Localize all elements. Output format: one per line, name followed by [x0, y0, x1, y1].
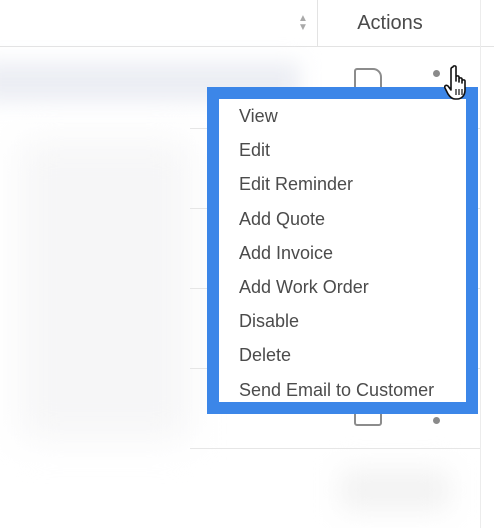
menu-item-edit-reminder[interactable]: Edit Reminder	[219, 167, 466, 201]
hand-pointer-icon	[444, 65, 466, 100]
menu-item-disable[interactable]: Disable	[219, 304, 466, 338]
screenshot-frame: ▲ ▼ Actions View Edit Edit Reminder Add …	[0, 0, 494, 528]
actions-column-header: Actions	[357, 12, 423, 34]
table-header: ▲ ▼ Actions	[0, 0, 494, 47]
row-divider	[190, 448, 480, 449]
blurred-footer-content	[340, 470, 450, 510]
row-actions-dropdown: View Edit Edit Reminder Add Quote Add In…	[207, 87, 478, 414]
menu-item-edit[interactable]: Edit	[219, 133, 466, 167]
menu-item-add-work-order[interactable]: Add Work Order	[219, 270, 466, 304]
menu-item-add-invoice[interactable]: Add Invoice	[219, 236, 466, 270]
menu-item-send-email[interactable]: Send Email to Customer	[219, 373, 466, 407]
kebab-menu-icon[interactable]	[433, 70, 440, 77]
menu-item-view[interactable]: View	[219, 99, 466, 133]
table-right-border	[480, 0, 481, 528]
sort-down-icon: ▼	[298, 22, 308, 33]
menu-item-add-quote[interactable]: Add Quote	[219, 202, 466, 236]
kebab-menu-icon[interactable]	[433, 417, 440, 424]
dropdown-menu-list: View Edit Edit Reminder Add Quote Add In…	[219, 99, 466, 407]
menu-item-delete[interactable]: Delete	[219, 338, 466, 372]
blurred-row-content	[20, 140, 190, 440]
sort-icon[interactable]: ▲ ▼	[294, 12, 312, 34]
